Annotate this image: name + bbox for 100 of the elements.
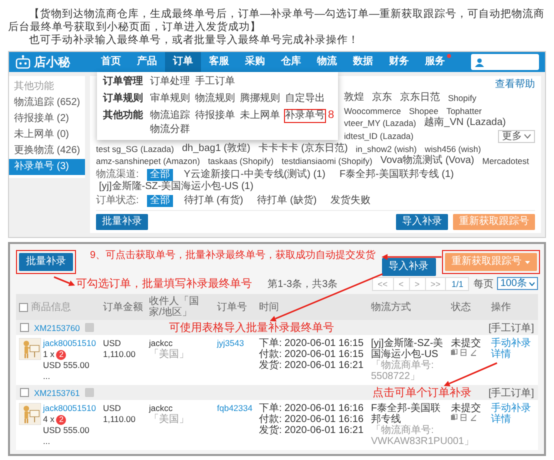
action-link[interactable]: 详情 <box>491 349 511 360</box>
timestamp: 发货: 2020-06-01 16:21 <box>259 360 364 371</box>
menu-item[interactable]: 物流规则 <box>194 92 236 106</box>
page-button[interactable]: 1/1 <box>445 278 468 290</box>
checkbox[interactable] <box>20 388 29 397</box>
action-link[interactable]: 手动补录 <box>491 403 531 414</box>
nav-tab[interactable]: 物流 <box>309 52 345 72</box>
shop-option[interactable]: 卡卡卡卡 (京东日范) <box>258 143 348 155</box>
bulk-button[interactable]: 批量补录 <box>19 253 73 271</box>
platform-tab[interactable]: Shopify <box>448 92 476 104</box>
timestamp: 下单: 2020-06-01 16:16 <box>259 403 364 414</box>
chevron-down-icon <box>524 134 531 139</box>
shop-option[interactable]: wish456 (wish) <box>424 143 481 155</box>
nav-tab[interactable]: 首页 <box>93 52 129 72</box>
action-link[interactable]: 手动补录 <box>491 338 531 349</box>
sidebar-item[interactable]: 物流追踪 (652) <box>9 95 85 111</box>
nav-tab[interactable]: 服务 <box>417 52 453 72</box>
platform-tab[interactable]: Shopee <box>409 104 438 116</box>
platform-tab[interactable]: 京东 <box>372 92 392 104</box>
nav-tab[interactable]: 订单 <box>165 52 201 72</box>
filter-option[interactable]: Y云途新接口-中美专线(测试) (1) <box>180 169 328 181</box>
action-button[interactable]: 批量补录 <box>96 214 148 230</box>
platform-tab[interactable]: 敦煌 <box>344 92 364 104</box>
product-link[interactable]: jack80051510 <box>43 403 96 414</box>
menu-item[interactable]: 待报接单 <box>194 109 236 123</box>
annotation: 9、可点击获取单号，批量补录最终单号，获取成功自动提交发货 <box>90 248 376 262</box>
column-header: 订单金额 <box>102 300 144 314</box>
shop-option[interactable]: in_show2 (wish) <box>356 143 417 155</box>
order-number-link[interactable]: jyj3543 <box>217 338 244 349</box>
filter-label: 物流渠道: <box>96 169 139 180</box>
shop-option[interactable]: dh_bag1 (敦煌) <box>182 143 250 155</box>
filter-option[interactable]: 待打单 (有货) <box>180 195 246 207</box>
action-button[interactable]: 导入补录 <box>396 214 448 230</box>
action-link[interactable]: 详情 <box>491 414 511 425</box>
nav-tab[interactable]: 数据 <box>345 52 381 72</box>
filter-option[interactable]: 全部 <box>146 195 173 207</box>
nav-tab[interactable]: 客服 <box>201 52 237 72</box>
action-icons-drawing <box>451 414 477 421</box>
menu-group-label: 订单规则 <box>103 92 144 106</box>
shop-option[interactable]: test sg_SG (Lazada) <box>96 143 174 155</box>
platform-tab[interactable]: Tophatter <box>446 104 482 116</box>
sidebar-item[interactable]: 补录单号 (3) <box>9 159 85 175</box>
nav-tab[interactable]: 产品 <box>129 52 165 72</box>
sidebar-item[interactable]: 更换物流 (426) <box>9 143 85 159</box>
tag-icon <box>84 323 94 332</box>
shop-option[interactable]: 越南_VN (Lazada) <box>424 117 506 130</box>
menu-group-label: 订单管理 <box>103 75 144 89</box>
more-button[interactable]: 更多 <box>498 130 535 143</box>
quantity: 1 x <box>43 349 54 360</box>
menu-item[interactable]: 腾挪规则 <box>239 92 281 106</box>
recipient-country: 「美国」 <box>149 414 189 425</box>
column-header: 商品信息 <box>31 300 71 314</box>
tag-icon <box>84 388 94 397</box>
sidebar-item[interactable]: 未上网单 (0) <box>9 127 85 143</box>
shop-option[interactable]: amz-sanshinepet (Amazon) <box>96 155 200 167</box>
sidebar-heading: 其他功能 <box>13 80 55 94</box>
menu-item[interactable]: 物流分群 <box>149 123 191 137</box>
shop-option[interactable]: idtest_ID (Lazada) <box>344 130 414 142</box>
user-menu[interactable] <box>471 54 539 70</box>
checkbox[interactable] <box>20 323 29 332</box>
filter-option[interactable]: [yj]金斯隆-SZ-美国海运小包-US (1) <box>96 181 256 193</box>
order-status: 未提交 <box>451 403 481 414</box>
shop-option[interactable]: Vova物流测试 (Vova) <box>380 155 474 167</box>
platform-tab[interactable]: 京东日范 <box>400 92 440 104</box>
sidebar-item[interactable]: 待报接单 (2) <box>9 111 85 127</box>
help-link[interactable]: 查看帮助 <box>495 79 535 91</box>
more-indicator: ... <box>43 371 50 382</box>
filter-option[interactable]: 待打单 (缺货) <box>254 195 320 207</box>
filter-option[interactable]: 发货失败 <box>328 195 374 207</box>
order-number-link[interactable]: fqb42334 <box>217 403 252 414</box>
column-header: 订单号 <box>216 300 248 314</box>
product-link[interactable]: jack80051510 <box>43 338 96 349</box>
menu-item[interactable]: 审单规则 <box>149 92 191 106</box>
checkbox[interactable] <box>19 302 28 312</box>
paragraph: 【货物到达物流商仓库，生成最终单号后，订单—补录单号—勾选订单—重新获取跟踪号，可自动把物流商后台最终单号获取到小秘页面，订单进入发货成功】 <box>8 8 546 34</box>
menu-item[interactable]: 自定导出 <box>284 92 326 106</box>
shop-option[interactable]: testdiansiaomi (Shopify) <box>282 155 372 167</box>
menu-group-label: 其他功能 <box>103 109 144 123</box>
more-indicator: ... <box>43 436 50 447</box>
filter-option[interactable]: F泰全邦-美国联邦专线 (1) <box>336 169 457 181</box>
nav-tab[interactable]: 仓库 <box>273 52 309 72</box>
order-amount: USD 1,110.00 <box>103 403 136 425</box>
page-size-select[interactable]: 100条 <box>497 277 538 290</box>
filter-option[interactable]: 全部 <box>146 169 173 181</box>
step-number: 8 <box>328 109 334 121</box>
nav-tab[interactable]: 采购 <box>237 52 273 72</box>
menu-item[interactable]: 未上网单 <box>239 109 281 123</box>
shop-option[interactable]: Mercadotest <box>482 155 530 167</box>
order-amount: USD 1,110.00 <box>103 338 136 360</box>
shop-option[interactable]: vteer_MY (Lazada) <box>344 117 416 130</box>
menu-item[interactable]: 订单处理 <box>149 75 191 89</box>
shop-option[interactable]: taskaas (Shopify) <box>208 155 274 167</box>
nav-tab[interactable]: 财务 <box>381 52 417 72</box>
import-button[interactable]: 导入补录 <box>382 258 436 276</box>
menu-item[interactable]: 手工订单 <box>194 75 236 89</box>
menu-item[interactable]: 物流追踪 <box>149 109 191 123</box>
price: USD 555.00 <box>43 425 90 436</box>
tracking-number: 「物流商单号: VWKAW83R1PU001」 <box>371 425 474 447</box>
platform-tab[interactable]: Woocommerce <box>344 104 401 116</box>
annotation: 点击可单个订单补录 <box>372 386 472 400</box>
